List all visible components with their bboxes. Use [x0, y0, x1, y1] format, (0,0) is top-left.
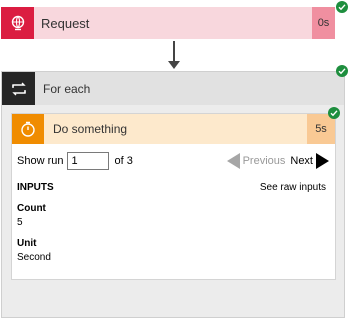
see-raw-inputs-link[interactable]: See raw inputs: [260, 182, 326, 193]
connector-line: [173, 41, 175, 63]
request-success-check-icon: [336, 1, 348, 13]
action-success-check-icon: [328, 107, 340, 119]
field-name-count: Count: [17, 203, 46, 214]
field-value-count: 5: [17, 217, 23, 228]
run-pager: Previous Next: [226, 153, 329, 169]
request-card[interactable]: Request 0s: [1, 7, 335, 39]
run-selector-row: Show run of 3 Previous Next: [17, 151, 329, 171]
previous-arrow-icon[interactable]: [226, 153, 240, 169]
field-name-unit: Unit: [17, 238, 37, 249]
action-icon-box: [12, 114, 44, 144]
timer-icon: [21, 121, 35, 137]
action-title: Do something: [53, 122, 128, 136]
foreach-header[interactable]: For each: [2, 72, 344, 105]
request-duration: 0s: [312, 7, 335, 39]
previous-button[interactable]: Previous: [243, 155, 286, 167]
foreach-success-check-icon: [336, 65, 348, 77]
request-title: Request: [41, 15, 90, 31]
next-button[interactable]: Next: [290, 155, 313, 167]
inputs-header-row: INPUTS See raw inputs: [17, 182, 326, 193]
show-run-label: Show run: [17, 155, 64, 167]
loop-icon: [11, 82, 26, 95]
field-value-unit: Second: [17, 252, 51, 263]
arrow-down-icon: [168, 61, 180, 69]
run-number-input[interactable]: [67, 152, 110, 170]
next-arrow-icon[interactable]: [316, 153, 329, 169]
foreach-title: For each: [43, 81, 91, 96]
run-of-label: of 3: [114, 155, 133, 167]
globe-icon: [11, 15, 24, 31]
foreach-icon-box: [2, 72, 35, 105]
action-card: Do something 5s Show run of 3 Previous N…: [11, 113, 336, 280]
foreach-container: For each Do something 5s Show run of 3 P…: [1, 71, 345, 318]
inputs-heading: INPUTS: [17, 182, 54, 193]
action-header[interactable]: Do something 5s: [12, 114, 335, 144]
request-icon-box: [1, 7, 34, 39]
